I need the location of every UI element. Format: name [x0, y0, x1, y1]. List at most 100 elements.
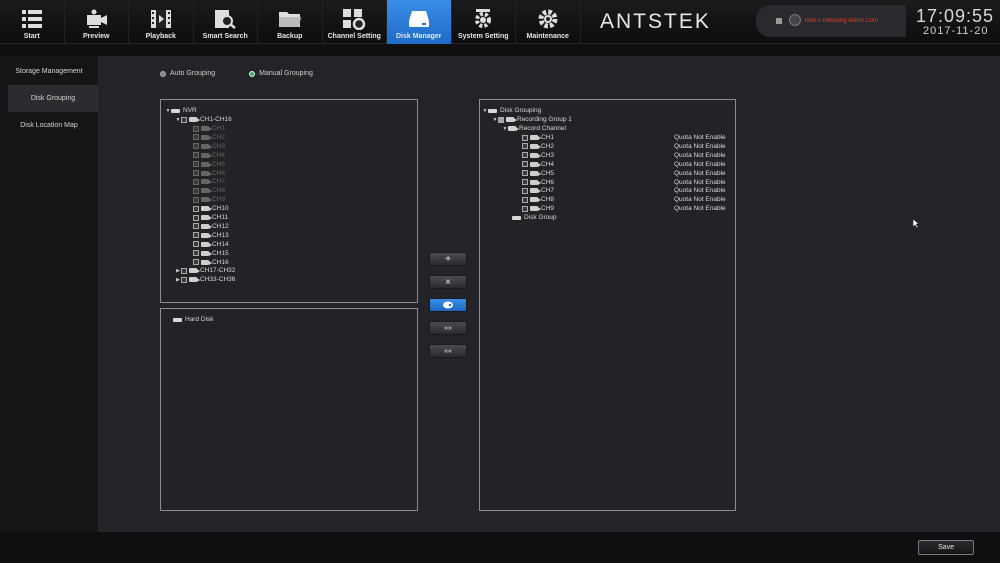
camera-icon: [201, 241, 212, 247]
move-left-button[interactable]: ««: [429, 344, 467, 358]
disk-group-button[interactable]: [429, 298, 467, 312]
camera-icon: [201, 197, 212, 203]
checkbox[interactable]: [522, 161, 528, 168]
auto-grouping-radio[interactable]: Auto Grouping: [160, 70, 215, 77]
checkbox[interactable]: [193, 259, 199, 265]
nav-maintenance[interactable]: Maintenance: [516, 0, 581, 44]
tree-channel-item[interactable]: CH14: [193, 240, 229, 249]
camera-icon: [530, 152, 541, 158]
record-channel-item[interactable]: CH8 Quota Not Enable: [522, 195, 732, 204]
checkbox[interactable]: [522, 134, 528, 141]
quota-status: Quota Not Enable: [674, 178, 726, 186]
checkbox[interactable]: [193, 223, 199, 230]
sidebar-item-storage-management[interactable]: Storage Management: [0, 58, 98, 85]
tree-channel-item[interactable]: CH11: [193, 213, 228, 222]
camera-icon: [201, 126, 212, 131]
hard-disk-icon: [512, 215, 521, 220]
nav-start[interactable]: Start: [0, 0, 65, 44]
checkbox[interactable]: [193, 232, 199, 239]
record-channel-item[interactable]: CH9 Quota Not Enable: [522, 204, 732, 213]
nav-label: Start: [23, 33, 40, 40]
sidebar-item-disk-grouping[interactable]: Disk Grouping: [8, 85, 98, 112]
tree-channel-item[interactable]: CH10: [193, 204, 229, 213]
nav-label: Backup: [277, 33, 303, 40]
nav-channel-setting[interactable]: Channel Setting: [323, 0, 387, 44]
tree-label: CH1: [541, 134, 555, 141]
save-button[interactable]: Save: [918, 540, 974, 555]
checkbox: [193, 152, 199, 159]
checkbox[interactable]: [193, 250, 199, 257]
record-channel-item[interactable]: CH5 Quota Not Enable: [522, 169, 732, 178]
record-channel-item[interactable]: CH4 Quota Not Enable: [522, 160, 732, 169]
camera-icon: [201, 223, 212, 229]
tree-group-ch17-32[interactable]: ▶ CH17-CH32: [175, 266, 235, 275]
nav-label: Smart Search: [202, 33, 248, 40]
system-gear-icon: [471, 8, 495, 30]
nav-backup[interactable]: Backup: [258, 0, 323, 44]
checkbox[interactable]: [522, 196, 528, 203]
tree-recording-group[interactable]: ▼ Recording Group 1: [492, 115, 572, 124]
checkbox[interactable]: [522, 205, 528, 212]
checkbox[interactable]: [193, 205, 199, 212]
list-icon: [20, 8, 44, 30]
record-channel-item[interactable]: CH6 Quota Not Enable: [522, 178, 732, 187]
tree-group-ch1-16[interactable]: ▼ CH1-CH16: [175, 115, 232, 124]
record-channel-item[interactable]: CH1 Quota Not Enable: [522, 133, 732, 142]
manual-grouping-radio[interactable]: Manual Grouping: [249, 70, 313, 77]
checkbox[interactable]: [181, 116, 187, 123]
tree-label: CH1-CH16: [200, 116, 232, 123]
tree-label: CH8: [212, 187, 226, 195]
mouse-cursor-icon: [913, 219, 920, 229]
tree-root-disk-grouping[interactable]: ▼ Disk Grouping: [482, 106, 542, 115]
clock-date: 2017-11-20: [923, 25, 989, 37]
move-right-button[interactable]: »»: [429, 321, 467, 335]
nav-label: Disk Manager: [395, 33, 442, 40]
camera-icon: [506, 117, 517, 122]
checkbox[interactable]: [522, 152, 528, 159]
nav-system-setting[interactable]: System Setting: [452, 0, 516, 44]
checkbox[interactable]: [181, 276, 187, 283]
checkbox[interactable]: [522, 143, 528, 150]
tree-channel-item[interactable]: CH13: [193, 231, 229, 240]
tree-label: CH6: [212, 169, 226, 177]
add-button[interactable]: +: [429, 252, 467, 266]
camera-icon: [530, 188, 541, 194]
checkbox: [193, 187, 199, 194]
tree-channel-item[interactable]: CH12: [193, 222, 229, 231]
tree-record-channel[interactable]: ▼ Record Channel: [502, 124, 566, 133]
play-icon[interactable]: [789, 14, 801, 26]
tree-channel-item: CH4: [193, 151, 225, 160]
record-channel-item[interactable]: CH2 Quota Not Enable: [522, 142, 732, 151]
nav-smart-search[interactable]: Smart Search: [194, 0, 258, 44]
nav-disk-manager[interactable]: Disk Manager: [387, 0, 452, 44]
camera-icon: [201, 206, 212, 212]
stop-icon[interactable]: [776, 18, 782, 24]
tree-label: CH3: [212, 142, 226, 150]
tree-label: Recording Group 1: [517, 116, 572, 123]
radio-dot: [160, 70, 166, 77]
checkbox[interactable]: [522, 187, 528, 194]
record-channel-item[interactable]: CH3 Quota Not Enable: [522, 151, 732, 160]
hard-disk-item[interactable]: Hard Disk: [173, 315, 214, 324]
checkbox: [193, 134, 199, 141]
tree-label: Record Channel: [519, 125, 566, 132]
checkbox[interactable]: [522, 170, 528, 177]
checkbox[interactable]: [522, 179, 528, 185]
record-channel-item[interactable]: CH7 Quota Not Enable: [522, 186, 732, 195]
tree-group-ch33-36[interactable]: ▶ CH33-CH36: [175, 275, 235, 284]
nav-playback[interactable]: Playback: [129, 0, 194, 44]
checkbox[interactable]: [193, 214, 199, 221]
camera-icon: [508, 126, 519, 131]
tree-root-nvr[interactable]: ▼ NVR: [165, 106, 197, 115]
remove-button[interactable]: ×: [429, 275, 467, 289]
alarm-ticker[interactable]: isk8-1-0Missing Alarm Com: [756, 5, 906, 37]
checkbox[interactable]: [498, 116, 504, 123]
tree-disk-group[interactable]: Disk Group: [512, 213, 557, 222]
checkbox[interactable]: [193, 241, 199, 248]
checkbox[interactable]: [181, 267, 187, 274]
camera-icon: [530, 179, 541, 185]
nav-preview[interactable]: Preview: [65, 0, 129, 44]
tree-channel-item[interactable]: CH15: [193, 249, 229, 258]
camera-icon: [201, 161, 212, 167]
sidebar-item-disk-location-map[interactable]: Disk Location Map: [0, 112, 98, 139]
